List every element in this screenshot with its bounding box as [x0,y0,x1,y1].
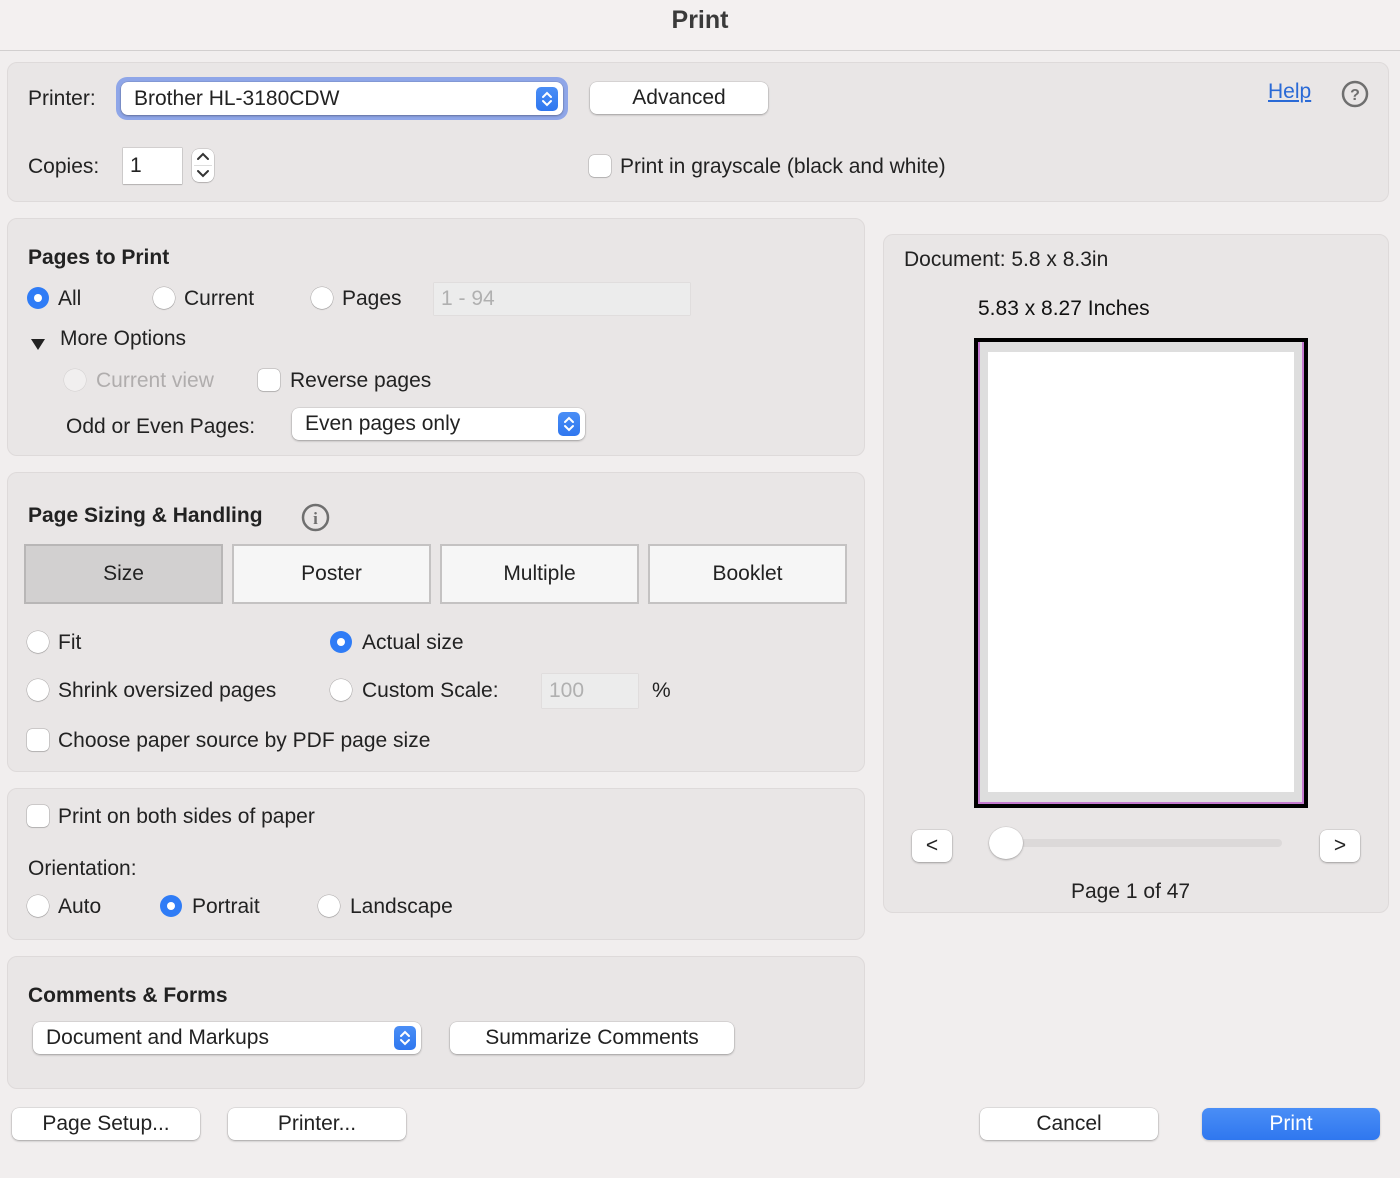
custom-scale-value: 100 [549,679,585,702]
grayscale-checkbox[interactable] [589,155,611,177]
help-icon[interactable]: ? [1341,80,1369,108]
previous-page-button[interactable]: < [912,830,952,862]
shrink-oversized-label: Shrink oversized pages [58,679,277,702]
pages-range-placeholder: 1 - 94 [441,287,495,310]
odd-even-select[interactable]: Even pages only [292,408,585,440]
disclosure-triangle-icon[interactable] [30,333,46,350]
printer-button[interactable]: Printer... [228,1108,406,1140]
page-setup-button[interactable]: Page Setup... [12,1108,200,1140]
grayscale-label: Print in grayscale (black and white) [620,155,946,178]
custom-scale-input[interactable]: 100 [542,674,638,708]
orientation-landscape-radio[interactable] [318,895,340,917]
orientation-portrait-label: Portrait [192,895,260,918]
reverse-pages-checkbox[interactable] [258,369,280,391]
both-sides-label: Print on both sides of paper [58,805,315,828]
pages-all-radio[interactable] [27,287,49,309]
pages-range-radio[interactable] [311,287,333,309]
printer-select-value: Brother HL-3180CDW [134,86,340,110]
custom-scale-radio[interactable] [330,679,352,701]
orientation-landscape-label: Landscape [350,895,453,918]
pages-all-label: All [58,287,82,310]
orientation-portrait-radio[interactable] [160,895,182,917]
preview-margin [978,342,1304,804]
orientation-auto-radio[interactable] [27,895,49,917]
window-title: Print [671,6,729,34]
pages-current-label: Current [184,287,255,310]
both-sides-checkbox[interactable] [27,805,49,827]
shrink-oversized-radio[interactable] [27,679,49,701]
chevron-updown-icon [394,1026,416,1050]
printer-select[interactable]: Brother HL-3180CDW [121,82,563,115]
pages-current-radio[interactable] [153,287,175,309]
paper-size-label: 5.83 x 8.27 Inches [978,297,1150,320]
advanced-button[interactable]: Advanced [590,82,768,114]
svg-text:i: i [313,509,318,528]
next-page-button[interactable]: > [1320,830,1360,862]
help-link[interactable]: Help [1268,80,1311,104]
comments-forms-value: Document and Markups [46,1026,269,1049]
pages-to-print-heading: Pages to Print [28,246,170,269]
current-view-radio [64,369,86,391]
copies-value: 1 [130,154,142,177]
paper-source-checkbox[interactable] [27,729,49,751]
printer-label: Printer: [28,87,96,110]
custom-scale-label: Custom Scale: [362,679,499,702]
title-bar: Print [0,0,1400,51]
current-view-label: Current view [96,369,214,392]
actual-size-radio[interactable] [330,631,352,653]
odd-even-label: Odd or Even Pages: [66,415,256,438]
page-indicator: Page 1 of 47 [1071,880,1191,903]
chevron-updown-icon [536,86,558,111]
cancel-button[interactable]: Cancel [980,1108,1158,1140]
document-size-label: Document: 5.8 x 8.3in [904,248,1109,271]
orientation-label: Orientation: [28,857,137,880]
page-slider-track[interactable] [1000,839,1282,847]
chevron-updown-icon [558,412,580,436]
more-options-toggle[interactable]: More Options [60,327,186,351]
fit-radio[interactable] [27,631,49,653]
preview-page-content [988,352,1294,792]
actual-size-label: Actual size [362,631,464,654]
copies-label: Copies: [28,155,100,178]
page-slider-thumb[interactable] [989,827,1023,859]
info-icon[interactable]: i [301,503,330,532]
orientation-auto-label: Auto [58,895,102,918]
reverse-pages-label: Reverse pages [290,369,432,392]
comments-forms-heading: Comments & Forms [28,984,228,1007]
svg-text:?: ? [1350,87,1360,104]
tab-booklet[interactable]: Booklet [648,544,847,604]
odd-even-value: Even pages only [305,412,461,435]
percent-label: % [652,679,671,702]
print-button[interactable]: Print [1202,1108,1380,1140]
copies-stepper[interactable] [192,149,214,182]
tab-poster[interactable]: Poster [232,544,431,604]
page-preview [974,338,1308,808]
pages-range-label: Pages [342,287,402,310]
page-sizing-heading: Page Sizing & Handling [28,504,263,527]
summarize-comments-button[interactable]: Summarize Comments [450,1022,734,1054]
tab-size[interactable]: Size [24,544,223,604]
tab-multiple[interactable]: Multiple [440,544,639,604]
comments-forms-select[interactable]: Document and Markups [33,1022,421,1054]
paper-source-label: Choose paper source by PDF page size [58,729,431,752]
fit-label: Fit [58,631,82,654]
pages-range-input[interactable]: 1 - 94 [434,283,690,315]
copies-input[interactable]: 1 [123,148,182,184]
